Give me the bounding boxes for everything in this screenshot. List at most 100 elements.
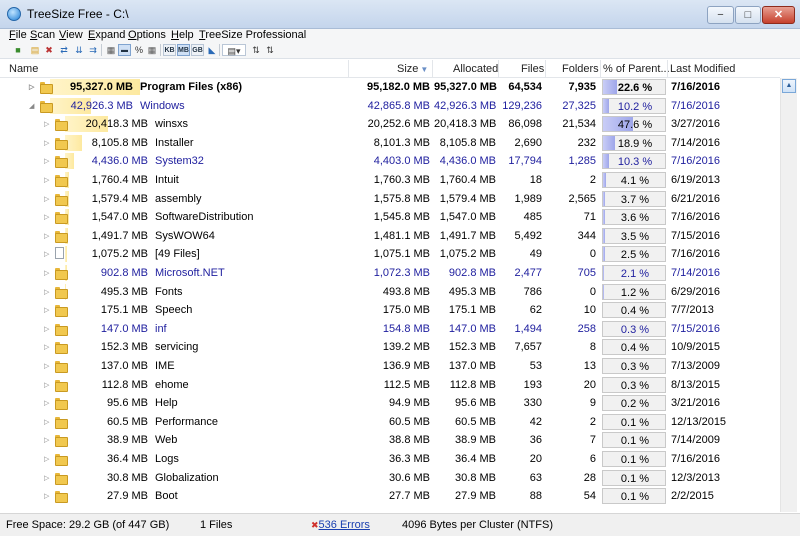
percent-view-button[interactable]: % [133,44,145,56]
maximize-button[interactable]: □ [735,6,761,24]
column-selector-icon[interactable]: ▤▾ [222,44,246,56]
row-size: 154.8 MB [382,322,430,335]
row-size: 4,403.0 MB [373,155,430,168]
details-view-icon[interactable]: ▬ [118,44,131,56]
select-directory-icon[interactable]: ▤ [29,44,41,56]
expand-arrow-icon[interactable]: ▷ [44,416,52,429]
row-size: 20,252.6 MB [367,118,430,131]
scroll-up-arrow-icon[interactable]: ▲ [782,79,796,93]
folder-icon [55,341,68,355]
expand-arrow-icon[interactable]: ▷ [44,490,52,503]
close-button[interactable]: ✕ [762,6,795,24]
expand-arrow-icon[interactable]: ▷ [44,472,52,485]
menu-scan[interactable]: Scan [30,29,55,42]
tree-row[interactable]: ▷ 95,327.0 MB Program Files (x86) 95,182.0 … [0,78,780,97]
collapse-arrow-icon[interactable]: ◢ [29,100,37,113]
tree-row[interactable]: ▷ 902.8 MB Microsoft.NET 1,072.3 MB 902.8 MB… [0,264,780,283]
expand-arrow-icon[interactable]: ▷ [44,193,52,206]
header-name[interactable]: Name [9,63,38,75]
tree-row[interactable]: ▷ 1,491.7 MB SysWOW64 1,481.1 MB 1,491.7 MB 5… [0,227,780,246]
tree-row[interactable]: ▷ 152.3 MB servicing 139.2 MB 152.3 MB 7,657 8… [0,338,780,357]
tree-view-icon[interactable]: ▦ [105,44,117,56]
header-files[interactable]: Files [521,63,544,75]
scan-drive-icon[interactable]: ■ [12,44,24,56]
tree-row[interactable]: ▷ 60.5 MB Performance 60.5 MB 60.5 MB 42 2 0.1 … [0,413,780,432]
unit-mb-button[interactable]: MB [177,44,190,56]
header-folders[interactable]: Folders [562,63,599,75]
header-last-modified[interactable]: Last Modified [670,63,735,75]
tree-row[interactable]: ▷ 36.4 MB Logs 36.3 MB 36.4 MB 20 6 0.1 % 7/16/2… [0,450,780,469]
expand-arrow-icon[interactable]: ▷ [44,360,52,373]
row-size-label: 1,760.4 MB [91,174,148,186]
percent-bar: 0.4 % [602,302,666,319]
tree-row[interactable]: ▷ 4,436.0 MB System32 4,403.0 MB 4,436.0 MB 1… [0,152,780,171]
tree-row[interactable]: ◢ 42,926.3 MB Windows 42,865.8 MB 42,926.3 M… [0,97,780,116]
expand-arrow-icon[interactable]: ▷ [44,137,52,150]
tree-row[interactable]: ▷ 1,579.4 MB assembly 1,575.8 MB 1,579.4 MB 1… [0,190,780,209]
sort-ascending-icon[interactable]: ⇅ [250,44,262,56]
tree-row[interactable]: ▷ 30.8 MB Globalization 30.6 MB 30.8 MB 63 28 0… [0,469,780,488]
expand-icon[interactable]: ⇊ [73,44,85,56]
unit-gb-button[interactable]: GB [191,44,204,56]
menu-options[interactable]: Options [128,29,166,42]
row-last-modified: 2/2/2015 [671,490,714,503]
expand-arrow-icon[interactable]: ▷ [44,155,52,168]
tree-row[interactable]: ▷ 147.0 MB inf 154.8 MB 147.0 MB 1,494 258 0.3 … [0,320,780,339]
grid-view-icon[interactable]: ▦ [146,44,158,56]
row-files: 86,098 [508,118,542,131]
header-allocated[interactable]: Allocated [453,63,498,75]
expand-arrow-icon[interactable]: ▷ [44,379,52,392]
expand-arrow-icon[interactable]: ▷ [44,397,52,410]
menu-expand[interactable]: Expand [88,29,125,42]
refresh-icon[interactable]: ⇄ [58,44,70,56]
expand-arrow-icon[interactable]: ▷ [44,248,52,261]
unit-kb-button[interactable]: KB [163,44,176,56]
expand-arrow-icon[interactable]: ▷ [44,211,52,224]
stop-scan-icon[interactable]: ✖ [43,44,55,56]
chart-icon[interactable]: ◣ [206,44,218,56]
row-size: 112.5 MB [383,378,430,391]
expand-arrow-icon[interactable]: ▷ [44,453,52,466]
tree-row[interactable]: ▷ 1,760.4 MB Intuit 1,760.3 MB 1,760.4 MB 18 2… [0,171,780,190]
header-size[interactable]: Size ▼ [397,63,428,75]
row-size: 38.8 MB [389,434,430,447]
tree-row[interactable]: ▷ 112.8 MB ehome 112.5 MB 112.8 MB 193 20 0.3 %… [0,376,780,395]
expand-arrow-icon[interactable]: ▷ [29,81,37,94]
errors-link[interactable]: ✖536 Errors [311,519,370,531]
menu-file[interactable]: File [9,29,27,42]
vertical-scrollbar[interactable]: ▲ [780,78,797,512]
menu-help[interactable]: Help [171,29,194,42]
expand-arrow-icon[interactable]: ▷ [44,286,52,299]
expand-arrow-icon[interactable]: ▷ [44,267,52,280]
row-allocated: 42,926.3 MB [434,99,497,112]
tree-row[interactable]: ▷ 495.3 MB Fonts 493.8 MB 495.3 MB 786 0 1.2 % 6… [0,283,780,302]
menu-treesize-professional[interactable]: TreeSize Professional [199,29,306,42]
tree-row[interactable]: ▷ 137.0 MB IME 136.9 MB 137.0 MB 53 13 0.3 % 7/1… [0,357,780,376]
tree-row[interactable]: ▷ 27.9 MB Boot 27.7 MB 27.9 MB 88 54 0.1 % 2/2/2… [0,487,780,506]
tree-row[interactable]: ▷ 8,105.8 MB Installer 8,101.3 MB 8,105.8 MB… [0,134,780,153]
minimize-button[interactable]: − [707,6,734,24]
sort-descending-icon[interactable]: ⇅ [264,44,276,56]
folder-icon [55,174,68,187]
tree-row[interactable]: ▷ 1,075.2 MB [49 Files] 1,075.1 MB 1,075.2 M… [0,245,780,264]
tree-row[interactable]: ▷ 1,547.0 MB SoftwareDistribution 1,545.8 M… [0,208,780,227]
expand-arrow-icon[interactable]: ▷ [44,174,52,187]
title-bar: TreeSize Free - C:\ − □ ✕ [0,0,800,29]
expand-arrow-icon[interactable]: ▷ [44,341,52,354]
expand-arrow-icon[interactable]: ▷ [44,118,52,131]
expand-arrow-icon[interactable]: ▷ [44,434,52,447]
row-files: 330 [523,397,542,410]
expand-arrow-icon[interactable]: ▷ [44,230,52,243]
tree-row[interactable]: ▷ 175.1 MB Speech 175.0 MB 175.1 MB 62 10 0.4 %… [0,301,780,320]
percent-bar: 47.6 % [602,116,666,133]
folder-tree-list: ▷ 95,327.0 MB Program Files (x86) 95,182.0 … [0,78,780,512]
tree-row[interactable]: ▷ 20,418.3 MB winsxs 20,252.6 MB 20,418.3 MB… [0,115,780,134]
row-allocated: 175.1 MB [448,304,496,317]
expand-arrow-icon[interactable]: ▷ [44,323,52,336]
expand-arrow-icon[interactable]: ▷ [44,304,52,317]
menu-view[interactable]: View [59,29,83,42]
tree-row[interactable]: ▷ 95.6 MB Help 94.9 MB 95.6 MB 330 9 0.2 % 3/21/… [0,394,780,413]
header-percent[interactable]: % of Parent... [603,63,670,75]
collapse-icon[interactable]: ⇉ [87,44,99,56]
tree-row[interactable]: ▷ 38.9 MB Web 38.8 MB 38.9 MB 36 7 0.1 % 7/14/20… [0,431,780,450]
